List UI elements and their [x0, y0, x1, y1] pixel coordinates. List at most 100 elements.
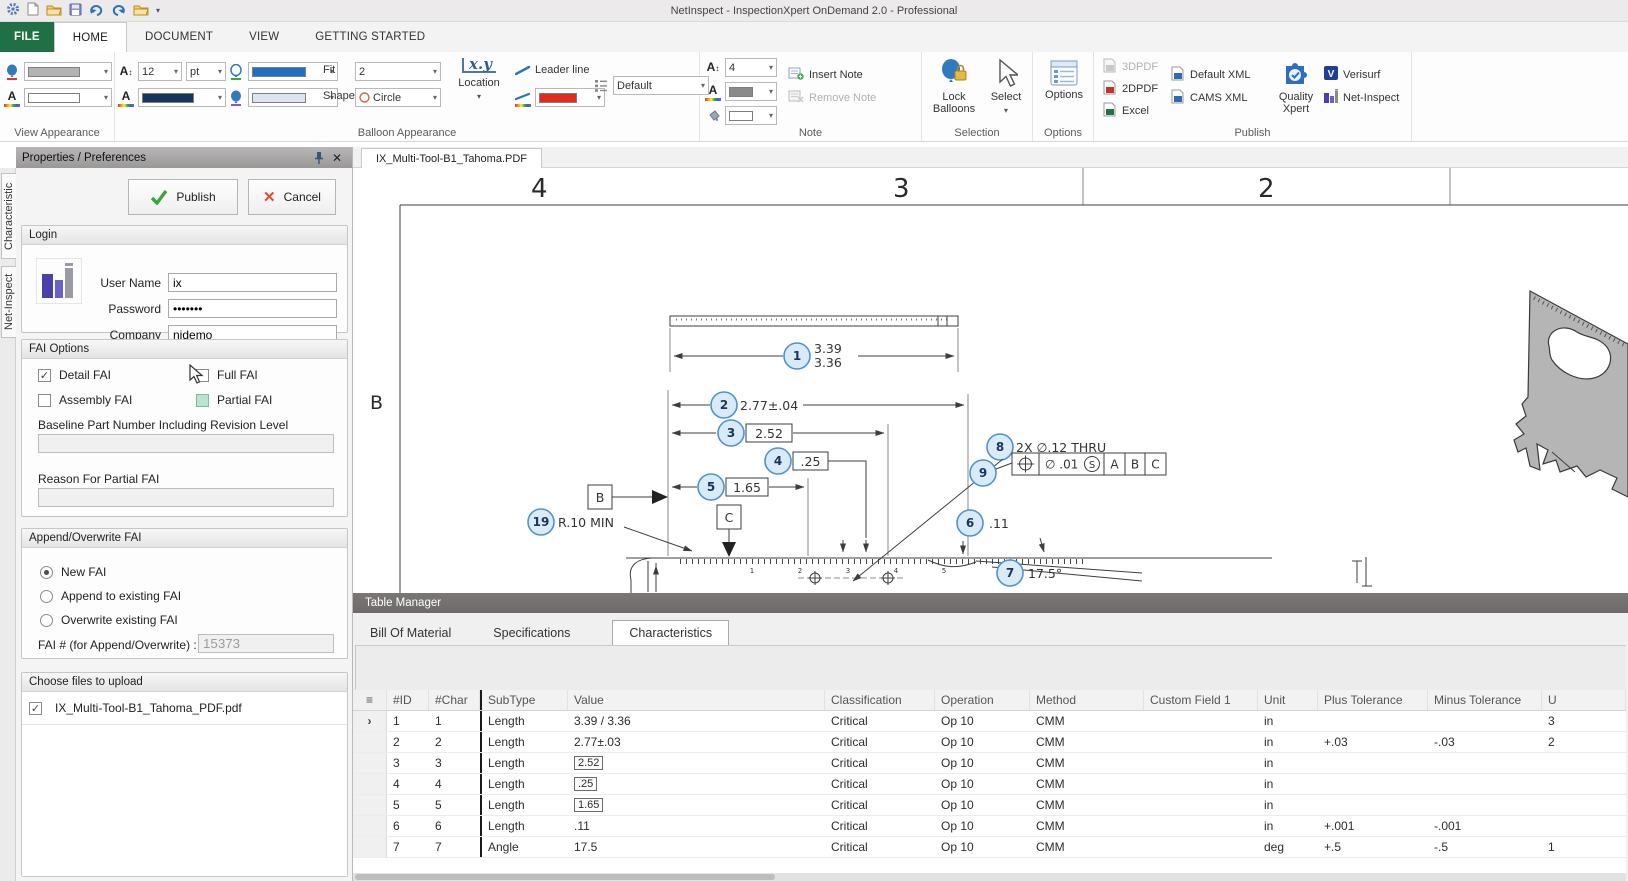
balloon-8[interactable]: 8: [986, 433, 1014, 461]
cell-plus-tolerance[interactable]: [1318, 774, 1428, 794]
column-header-value[interactable]: Value: [568, 690, 825, 710]
publish-net-inspect-button[interactable]: Net-Inspect: [1324, 89, 1399, 106]
cell-minus-tolerance[interactable]: [1428, 795, 1542, 815]
append-existing-option[interactable]: Append to existing FAI: [40, 589, 181, 603]
cell-subtype[interactable]: Length: [480, 753, 568, 773]
publish-excel-button[interactable]: Excel: [1102, 102, 1149, 120]
save-icon[interactable]: [69, 3, 82, 19]
cell-value[interactable]: 1.65: [568, 795, 825, 815]
cell-custom-field-1[interactable]: [1144, 753, 1258, 773]
cell-operation[interactable]: Op 10: [935, 774, 1030, 794]
row-selector-cell[interactable]: ›: [353, 795, 387, 815]
row-selector-cell[interactable]: ›: [353, 837, 387, 857]
side-tab-characteristic[interactable]: Characteristic: [1, 173, 16, 259]
cell-value[interactable]: 17.5: [568, 837, 825, 857]
note-fill-color-control[interactable]: ▾: [705, 106, 777, 125]
balloon-4[interactable]: 4: [764, 447, 792, 475]
publish-default-xml-button[interactable]: Default XML: [1170, 66, 1251, 84]
overwrite-existing-option[interactable]: Overwrite existing FAI: [40, 613, 178, 627]
close-icon[interactable]: ✕: [328, 150, 346, 166]
open-folder-icon[interactable]: [46, 3, 62, 19]
dimension-4[interactable]: 4 .25: [764, 447, 869, 553]
cell-method[interactable]: CMM: [1030, 732, 1144, 752]
column-header-minus-tolerance[interactable]: Minus Tolerance: [1428, 690, 1542, 710]
password-field[interactable]: [168, 299, 337, 318]
cell-operation[interactable]: Op 10: [935, 795, 1030, 815]
cell-value[interactable]: 3.39 / 3.36: [568, 711, 825, 731]
cell-unit[interactable]: in: [1258, 711, 1318, 731]
view-font-color-control[interactable]: A ▾: [4, 88, 112, 107]
cell-method[interactable]: CMM: [1030, 753, 1144, 773]
balloon-2[interactable]: 2: [710, 391, 738, 419]
full-fai-checkbox[interactable]: [196, 368, 209, 382]
column-header-classification[interactable]: Classification: [825, 690, 935, 710]
cell-char[interactable]: 7: [429, 837, 480, 857]
balloon-font-color-control[interactable]: A ▾: [118, 88, 226, 107]
shape-dropdown[interactable]: Circle ▾: [355, 88, 441, 107]
file-list-item[interactable]: IX_Multi-Tool-B1_Tahoma_PDF.pdf: [22, 692, 347, 725]
dimension-19[interactable]: 19 R.10 MIN: [527, 508, 693, 552]
cell-char[interactable]: 4: [429, 774, 480, 794]
quality-xpert-button[interactable]: Quality Xpert: [1270, 58, 1322, 115]
column-header-clipped[interactable]: U: [1542, 690, 1626, 710]
cell-custom-field-1[interactable]: [1144, 774, 1258, 794]
detail-fai-checkbox[interactable]: [38, 368, 51, 382]
table-tab[interactable]: Specifications: [493, 621, 570, 645]
settings-gear-icon[interactable]: [6, 2, 20, 19]
cell-unit[interactable]: in: [1258, 774, 1318, 794]
cell-subtype[interactable]: Angle: [480, 837, 568, 857]
cell-custom-field-1[interactable]: [1144, 816, 1258, 836]
cell-minus-tolerance[interactable]: -.001: [1428, 816, 1542, 836]
detail-fai-option[interactable]: Detail FAI: [38, 368, 111, 382]
cancel-button[interactable]: ✕ Cancel: [248, 179, 336, 215]
cell-subtype[interactable]: Length: [480, 795, 568, 815]
balloon-19[interactable]: 19: [527, 508, 555, 536]
balloon-9[interactable]: 9: [969, 459, 997, 487]
dimension-2[interactable]: 2 2.77±.04: [667, 390, 969, 556]
document-tab[interactable]: IX_Multi-Tool-B1_Tahoma.PDF: [361, 148, 543, 168]
cell-operation[interactable]: Op 10: [935, 753, 1030, 773]
menu-tab[interactable]: GETTING STARTED: [297, 22, 443, 52]
cell-plus-tolerance[interactable]: [1318, 753, 1428, 773]
reason-field[interactable]: [38, 488, 334, 507]
cell-id[interactable]: 2: [387, 732, 429, 752]
undo-icon[interactable]: [89, 4, 104, 18]
cell-minus-tolerance[interactable]: [1428, 753, 1542, 773]
cell-value[interactable]: .25: [568, 774, 825, 794]
cell-plus-tolerance[interactable]: +.03: [1318, 732, 1428, 752]
balloon-1[interactable]: 1: [783, 342, 811, 370]
column-header-id[interactable]: #ID: [387, 690, 429, 710]
lock-balloons-button[interactable]: Lock Balloons: [928, 58, 980, 115]
append-existing-radio[interactable]: [40, 589, 53, 603]
menu-tab[interactable]: HOME: [53, 22, 128, 52]
cell-operation[interactable]: Op 10: [935, 837, 1030, 857]
cell-subtype[interactable]: Length: [480, 732, 568, 752]
cell-clipped[interactable]: [1542, 795, 1626, 815]
pin-icon[interactable]: [310, 150, 328, 166]
publish-verisurf-button[interactable]: V Verisurf: [1324, 66, 1380, 83]
cell-unit[interactable]: in: [1258, 816, 1318, 836]
table-row[interactable]: › 1 1 Length 3.39 / 3.36 Critical Op 10 …: [353, 711, 1626, 732]
assembly-fai-checkbox[interactable]: [38, 393, 51, 407]
cell-subtype[interactable]: Length: [480, 711, 568, 731]
row-selector-cell[interactable]: ›: [353, 711, 387, 731]
publish-button[interactable]: Publish: [128, 179, 238, 215]
column-header-plus-tolerance[interactable]: Plus Tolerance: [1318, 690, 1428, 710]
scrollbar-thumb[interactable]: [355, 874, 775, 880]
new-document-icon[interactable]: [27, 2, 39, 19]
cell-unit[interactable]: in: [1258, 753, 1318, 773]
note-font-size-control[interactable]: A↕ 4 ▾: [705, 58, 777, 77]
cell-plus-tolerance[interactable]: +.5: [1318, 837, 1428, 857]
side-tab-net-inspect[interactable]: Net-Inspect: [1, 266, 16, 338]
datum-c[interactable]: C: [716, 504, 742, 557]
balloon-fill-color-control[interactable]: ▾: [228, 88, 338, 107]
file-checkbox[interactable]: [29, 701, 42, 715]
cell-id[interactable]: 3: [387, 753, 429, 773]
fit-dropdown[interactable]: 2 ▾: [355, 62, 441, 81]
row-selector-cell[interactable]: ›: [353, 774, 387, 794]
datum-b[interactable]: B: [587, 484, 668, 510]
balloon-7[interactable]: 7: [996, 559, 1024, 587]
cell-clipped[interactable]: 2: [1542, 732, 1626, 752]
cell-method[interactable]: CMM: [1030, 816, 1144, 836]
column-header-operation[interactable]: Operation: [935, 690, 1030, 710]
